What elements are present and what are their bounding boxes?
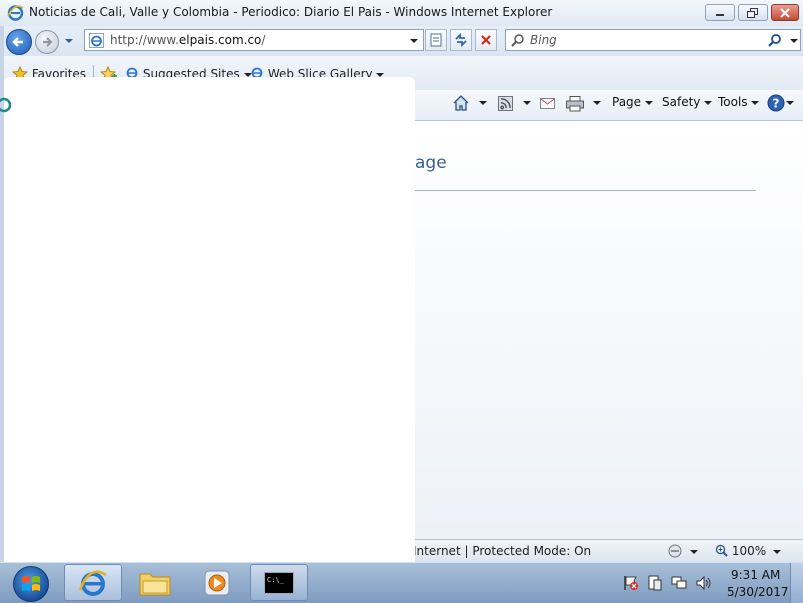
taskbar-windows-explorer[interactable]: [126, 564, 184, 601]
tools-menu-chevron-icon: [751, 101, 760, 105]
safety-menu[interactable]: Safety: [662, 95, 713, 109]
clock-date[interactable]: 5/30/2017: [727, 585, 789, 599]
taskbar: C:\_ 9:31 AM 5/30/2017: [0, 562, 803, 603]
search-placeholder: Bing: [530, 33, 557, 47]
page-ie-icon: [89, 33, 104, 48]
security-zone-status[interactable]: Internet | Protected Mode: On: [413, 544, 591, 558]
restore-icon: [747, 7, 758, 18]
minimize-button[interactable]: [705, 4, 735, 21]
content-heading: age: [415, 153, 447, 173]
url-prefix: http://www.: [110, 33, 179, 47]
print-chevron-icon[interactable]: [593, 101, 601, 106]
search-bing-icon: [511, 34, 524, 47]
tools-menu-label: Tools: [718, 95, 748, 109]
folder-icon: [139, 573, 171, 595]
action-center-flag-icon[interactable]: [623, 575, 639, 591]
internet-explorer-icon: [78, 570, 107, 596]
feeds-icon[interactable]: [498, 96, 514, 112]
feeds-chevron-icon[interactable]: [523, 101, 531, 106]
safety-menu-chevron-icon: [704, 101, 713, 105]
address-url[interactable]: http://www.elpais.com.co/: [110, 33, 265, 47]
taskbar-internet-explorer[interactable]: [64, 564, 122, 601]
tools-menu[interactable]: Tools: [718, 95, 760, 109]
taskbar-command-prompt[interactable]: C:\_: [250, 564, 308, 601]
zoom-control[interactable]: 100%: [715, 544, 766, 558]
page-menu-chevron-icon: [644, 101, 653, 105]
safety-menu-label: Safety: [662, 95, 701, 109]
stop-button[interactable]: [475, 29, 497, 51]
close-button[interactable]: [771, 4, 799, 21]
show-desktop-button[interactable]: [790, 563, 803, 603]
compatibility-view-icon: [430, 33, 442, 47]
help-chevron-icon[interactable]: [786, 101, 794, 106]
ie-icon: [7, 5, 24, 21]
devices-icon[interactable]: [648, 575, 662, 591]
zoom-chevron-icon[interactable]: [773, 550, 781, 555]
close-icon: [780, 7, 790, 18]
url-domain: elpais.com.co: [178, 33, 262, 47]
title-bar: Noticias de Cali, Valle y Colombia - Per…: [0, 0, 803, 27]
page-menu-label: Page: [612, 95, 642, 109]
address-bar[interactable]: http://www.elpais.com.co/: [84, 29, 424, 51]
popup-blocker-icon[interactable]: [667, 543, 683, 559]
forward-arrow-icon: [43, 37, 53, 47]
media-player-icon: [204, 570, 230, 595]
svg-text:C:\_: C:\_: [267, 576, 285, 584]
back-arrow-icon: [12, 37, 23, 47]
home-icon[interactable]: [453, 95, 469, 111]
search-go-icon[interactable]: [768, 33, 782, 47]
back-button[interactable]: [6, 29, 32, 55]
window-title: Noticias de Cali, Valle y Colombia - Per…: [29, 5, 553, 19]
content-divider: [415, 190, 756, 191]
address-dropdown-icon[interactable]: [409, 38, 419, 44]
start-button[interactable]: [13, 566, 49, 602]
minimize-icon: [716, 13, 724, 16]
page-menu[interactable]: Page: [612, 95, 653, 109]
refresh-icon: [455, 33, 467, 47]
recent-pages-chevron-icon[interactable]: [64, 38, 74, 44]
forward-button[interactable]: [35, 30, 59, 54]
blank-overlay-panel: [4, 77, 415, 562]
status-chevron-icon[interactable]: [690, 550, 698, 555]
svg-text:?: ?: [773, 97, 780, 111]
zoom-magnifier-icon: [715, 544, 728, 557]
network-icon[interactable]: [671, 575, 687, 591]
stop-icon: [481, 35, 491, 45]
zoom-level: 100%: [731, 544, 767, 558]
home-chevron-icon[interactable]: [479, 101, 487, 106]
taskbar-media-player[interactable]: [188, 564, 246, 601]
restore-button[interactable]: [738, 4, 768, 21]
windows-logo-icon: [22, 576, 40, 591]
volume-icon[interactable]: [696, 575, 712, 591]
search-options-chevron-icon[interactable]: [789, 38, 799, 44]
navigation-bar: http://www.elpais.com.co/ Bing: [0, 26, 803, 56]
compatibility-view-button[interactable]: [425, 29, 447, 51]
help-icon[interactable]: ?: [767, 94, 785, 112]
partial-circle-icon: [0, 97, 12, 113]
search-box[interactable]: Bing: [505, 29, 801, 51]
url-suffix: /: [261, 33, 266, 47]
print-icon[interactable]: [566, 96, 584, 112]
command-prompt-icon: C:\_: [264, 571, 294, 594]
refresh-button[interactable]: [450, 29, 472, 51]
read-mail-icon[interactable]: [540, 98, 556, 110]
clock-time[interactable]: 9:31 AM: [731, 568, 780, 582]
